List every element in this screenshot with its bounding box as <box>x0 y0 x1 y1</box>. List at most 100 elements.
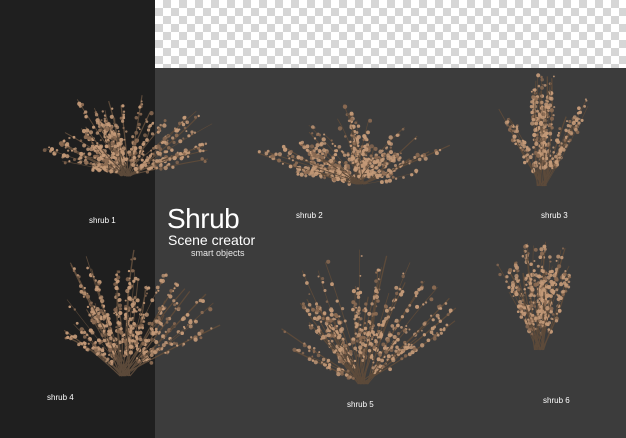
blossom <box>115 313 118 316</box>
blossom <box>137 154 141 158</box>
blossom <box>132 150 136 153</box>
blossom <box>384 179 388 183</box>
blossom <box>63 139 66 142</box>
blossom <box>166 145 171 150</box>
blossom <box>319 175 323 179</box>
blossom <box>332 317 336 321</box>
blossom <box>409 345 413 350</box>
blossom <box>414 137 417 140</box>
blossom <box>356 134 361 140</box>
blossom <box>128 277 131 280</box>
blossom <box>348 182 351 185</box>
blossom <box>354 121 358 125</box>
blossom <box>344 167 347 170</box>
blossom <box>308 293 311 296</box>
blossom <box>165 321 169 324</box>
blossom <box>119 307 123 311</box>
blossom <box>338 315 341 318</box>
blossom <box>531 95 535 99</box>
blossom <box>122 115 126 119</box>
blossom <box>437 317 441 320</box>
blossom <box>116 330 120 334</box>
blossom <box>424 301 428 304</box>
blossom <box>536 299 539 302</box>
shrub-image-1 <box>14 80 236 180</box>
blossom <box>135 337 139 341</box>
blossom <box>108 345 111 348</box>
blossom <box>319 306 322 309</box>
blossom <box>372 312 376 316</box>
blossom <box>133 295 137 299</box>
blossom <box>378 365 382 369</box>
blossom <box>558 127 562 131</box>
blossom <box>549 108 554 113</box>
blossom <box>561 276 565 280</box>
blossom <box>387 168 391 172</box>
blossom <box>549 294 553 298</box>
blossom <box>128 324 133 328</box>
blossom <box>521 254 525 258</box>
blossom <box>529 312 532 315</box>
blossom <box>154 340 159 344</box>
blossom <box>334 314 339 319</box>
blossom <box>66 149 70 152</box>
blossom <box>389 146 392 149</box>
blossom <box>155 291 158 294</box>
blossom <box>394 177 398 180</box>
blossom <box>543 247 547 251</box>
blossom <box>169 289 173 293</box>
blossom <box>400 326 403 329</box>
blossom <box>208 307 213 312</box>
blossom <box>133 141 137 146</box>
blossom <box>546 105 551 110</box>
blossom <box>194 115 197 119</box>
blossom <box>540 146 543 149</box>
blossom <box>162 136 167 141</box>
blossom <box>323 288 327 293</box>
blossom <box>122 339 127 344</box>
blossom <box>182 342 186 346</box>
blossom <box>136 278 140 281</box>
blossom <box>149 353 154 357</box>
blossom <box>76 273 80 277</box>
blossom <box>145 138 149 142</box>
blossom <box>73 308 76 311</box>
blossom <box>366 138 369 142</box>
blossom <box>175 301 179 305</box>
blossom <box>199 329 204 334</box>
blossom <box>540 77 544 82</box>
blossom <box>137 126 140 129</box>
blossom <box>346 164 351 168</box>
blossom <box>167 329 171 333</box>
blossom <box>281 144 286 149</box>
blossom <box>533 128 538 133</box>
blossom <box>356 291 361 296</box>
blossom <box>568 119 572 124</box>
blossom <box>108 322 113 326</box>
blossom <box>309 144 315 149</box>
blossom <box>529 293 534 297</box>
blossom <box>112 132 117 136</box>
blossom <box>523 287 526 291</box>
blossom <box>172 140 176 145</box>
blossom <box>401 274 405 279</box>
blossom <box>534 141 539 146</box>
blossom <box>351 340 356 345</box>
blossom <box>136 170 139 174</box>
blossom <box>542 149 547 153</box>
blossom <box>152 159 155 162</box>
blossom <box>158 147 163 151</box>
blossom <box>415 171 418 174</box>
blossom <box>182 137 185 140</box>
blossom <box>369 169 374 174</box>
blossom <box>550 123 553 126</box>
blossom <box>327 339 330 342</box>
shrub-label-4: shrub 4 <box>47 393 74 402</box>
blossom <box>536 313 540 316</box>
blossom <box>358 169 363 173</box>
page-subtitle: Scene creator <box>168 232 256 248</box>
blossom <box>326 333 331 338</box>
blossom <box>402 176 405 179</box>
blossom <box>395 291 399 296</box>
blossom <box>338 170 342 174</box>
